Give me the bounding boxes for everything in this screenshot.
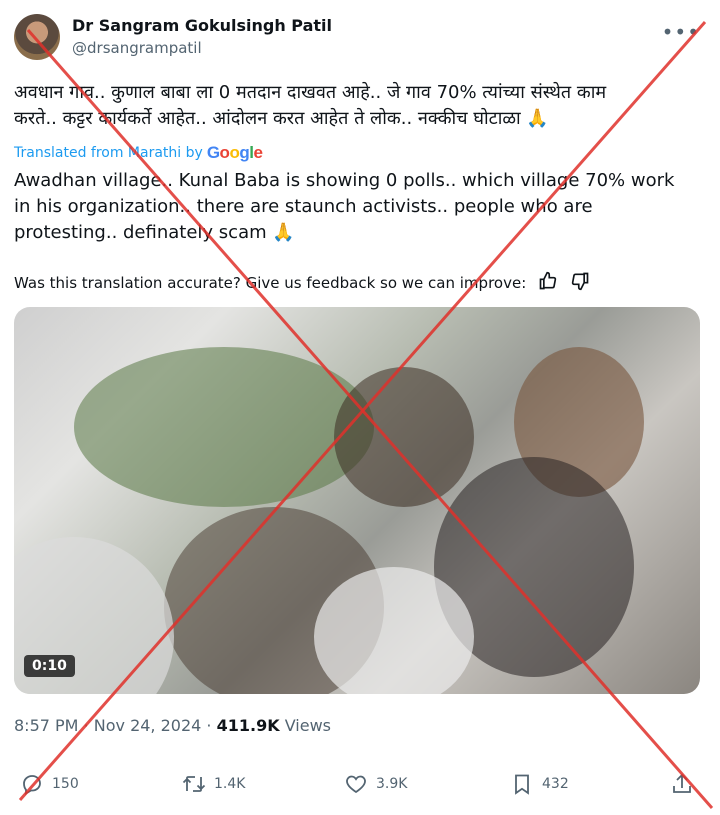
retweet-count: 1.4K [214, 776, 246, 792]
views-count: 411.9K [216, 716, 280, 735]
tweet-time[interactable]: 8:57 PM [14, 716, 78, 735]
display-name[interactable]: Dr Sangram Gokulsingh Patil [72, 16, 332, 35]
tweet-text-line: करते.. कट्टर कार्यकर्ते आहेत.. आंदोलन कर… [14, 108, 549, 129]
video-frame-shape [74, 347, 374, 507]
translation-line: Awadhan village.. Kunal Baba is showing … [14, 170, 675, 191]
user-handle[interactable]: @drsangrampatil [72, 39, 202, 57]
translated-from[interactable]: Translated from Marathi by Google [14, 143, 263, 163]
retweet-icon [182, 776, 206, 792]
video-player[interactable] [14, 307, 700, 694]
reply-count: 150 [52, 776, 79, 792]
more-icon[interactable]: ••• [662, 20, 700, 44]
translation-line: in his organization.. there are staunch … [14, 196, 593, 217]
meta-separator: · [83, 716, 89, 735]
translation-line: protesting.. definately scam 🙏 [14, 222, 295, 243]
reply-button[interactable]: 150 [20, 772, 79, 796]
feedback-prompt: Was this translation accurate? Give us f… [14, 274, 527, 292]
translation-text: Awadhan village.. Kunal Baba is showing … [14, 168, 699, 246]
tweet-header: Dr Sangram Gokulsingh Patil @drsangrampa… [14, 14, 706, 62]
views-label: Views [284, 716, 332, 735]
share-button[interactable] [670, 772, 694, 796]
like-count: 3.9K [376, 776, 408, 792]
avatar[interactable] [14, 14, 60, 60]
video-frame-shape [314, 567, 474, 694]
share-icon [673, 773, 691, 793]
bookmark-icon [515, 774, 529, 795]
thumbs-up-icon[interactable] [538, 271, 558, 295]
tweet-date[interactable]: Nov 24, 2024 [94, 716, 202, 735]
bookmark-button[interactable]: 432 [510, 772, 569, 796]
translated-from-label: Translated from Marathi by [14, 145, 203, 161]
tweet-text: अवधान गाव.. कुणाल बाबा ला 0 मतदान दाखवत … [14, 80, 674, 132]
action-bar: 150 1.4K 3.9K 432 [14, 772, 706, 804]
bookmark-count: 432 [542, 776, 569, 792]
video-frame-shape [334, 367, 474, 507]
retweet-button[interactable]: 1.4K [182, 772, 245, 796]
google-logo: Google [206, 143, 263, 162]
like-button[interactable]: 3.9K [344, 772, 407, 796]
translation-feedback: Was this translation accurate? Give us f… [14, 271, 590, 295]
thumbs-down-icon[interactable] [570, 271, 590, 295]
like-icon [346, 775, 366, 794]
tweet-meta: 8:57 PM · Nov 24, 2024 · 411.9K Views [14, 716, 331, 735]
meta-separator: · [206, 716, 212, 735]
tweet-text-line: अवधान गाव.. कुणाल बाबा ला 0 मतदान दाखवत … [14, 82, 607, 103]
video-duration: 0:10 [24, 655, 75, 677]
reply-icon [23, 775, 41, 796]
